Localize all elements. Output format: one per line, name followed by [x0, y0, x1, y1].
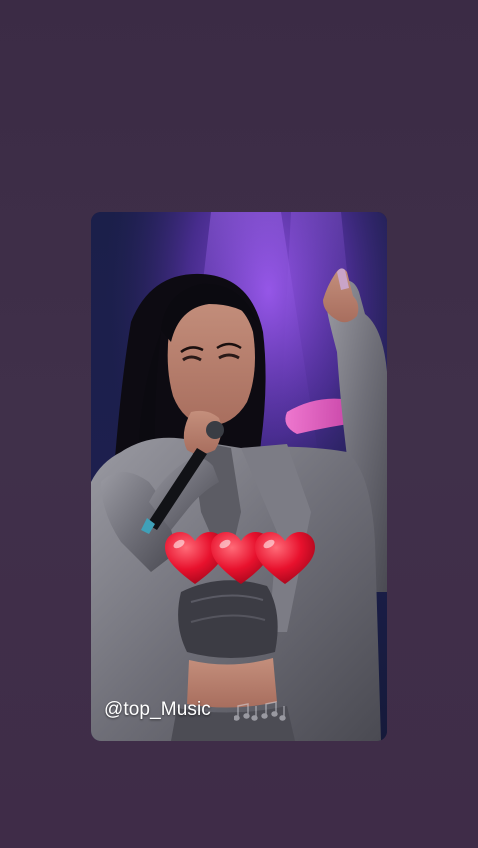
red-hearts-icon — [165, 532, 315, 584]
performer-video-frame — [91, 212, 387, 741]
music-notes-icon — [234, 701, 286, 721]
story-media-card[interactable]: @top_Music — [91, 212, 387, 741]
username-label[interactable]: @top_Music — [104, 699, 211, 721]
hearts-sticker — [165, 530, 315, 588]
